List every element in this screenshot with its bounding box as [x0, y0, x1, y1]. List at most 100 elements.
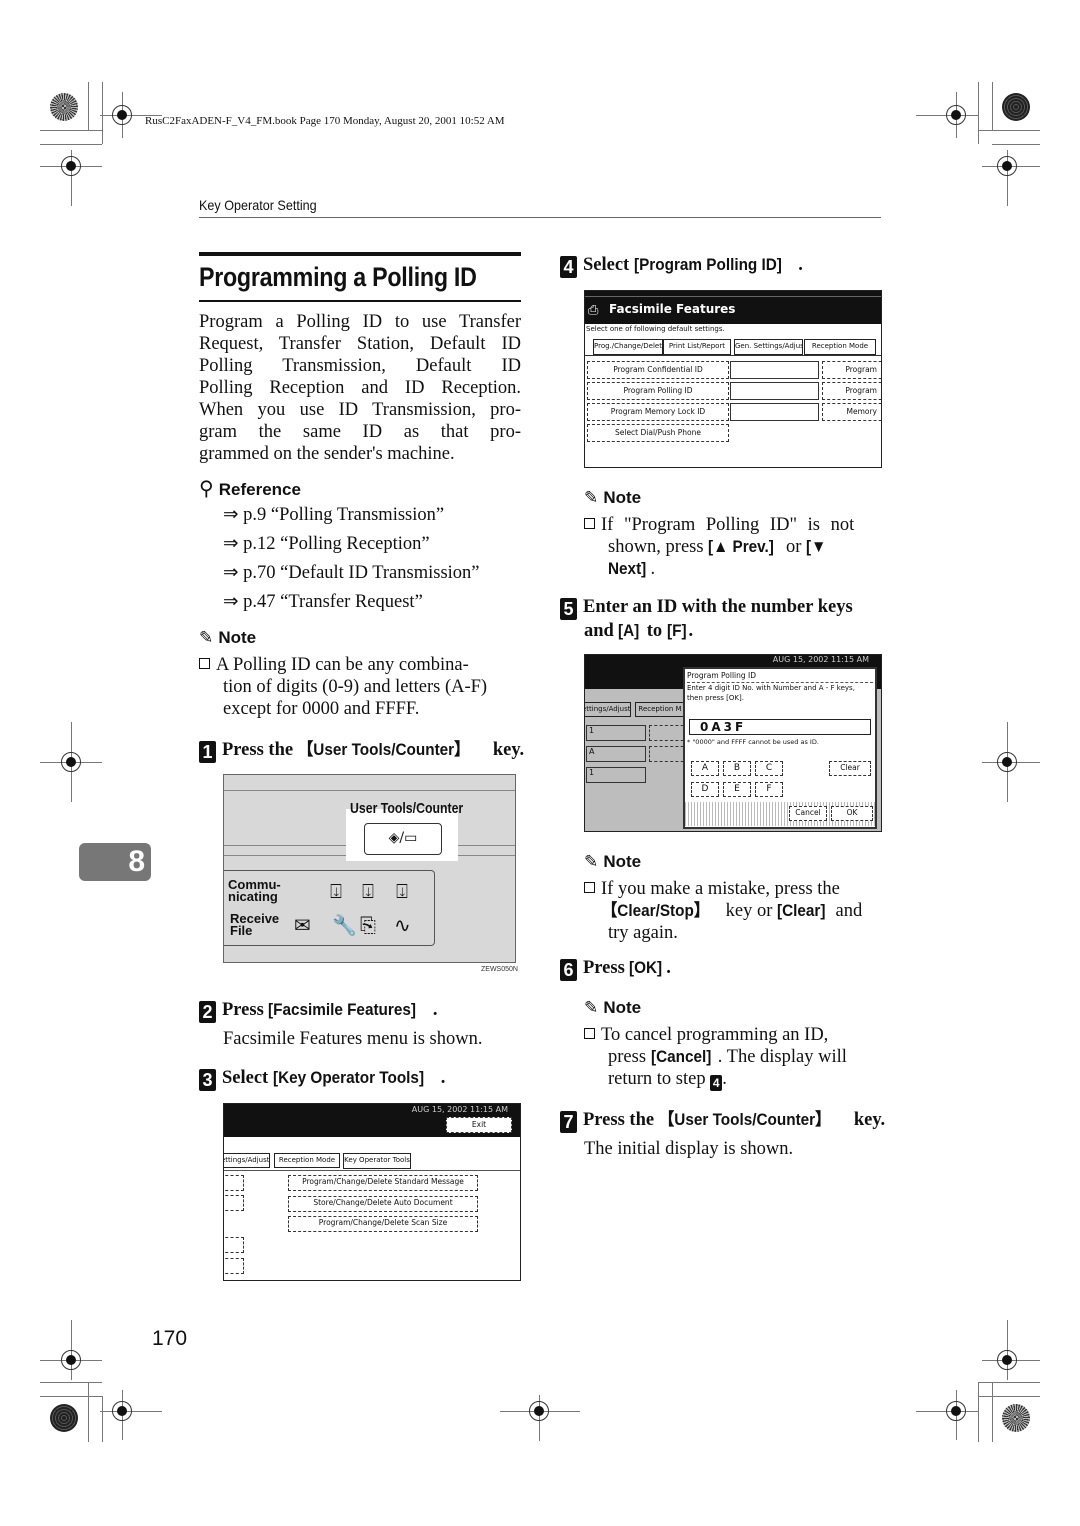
tab-key-operator-tools[interactable]: Key Operator Tools — [343, 1153, 411, 1169]
step-1: 1 Press the 【User Tools/Counter】 key. — [199, 735, 524, 763]
checkbox-bullet-icon — [199, 658, 210, 669]
tab-reception-mode[interactable]: Reception Mode — [804, 339, 876, 355]
memory-button-partial[interactable]: Memory — [822, 403, 881, 421]
reference-link[interactable]: ⇒ p.47 “Transfer Request” — [223, 591, 480, 620]
tab-reception-mode[interactable]: Reception Mode — [274, 1153, 340, 1168]
select-dial-push-phone-button[interactable]: Select Dial/Push Phone — [587, 424, 729, 442]
tab-reception-mode[interactable]: Reception M — [635, 702, 685, 717]
key-e-button[interactable]: E — [723, 782, 751, 797]
crosshair-icon — [529, 1401, 549, 1421]
key-d-button[interactable]: D — [691, 782, 719, 797]
partial-button[interactable] — [224, 1258, 244, 1274]
reference-link[interactable]: ⇒ p.70 “Default ID Transmission” — [223, 562, 480, 591]
tab-settings-adjust[interactable]: ettings/Adjust — [585, 702, 631, 717]
note-section-3: ✎ Note If you make a mistake, press the … — [584, 852, 881, 944]
checkbox-bullet-icon — [584, 518, 595, 529]
step-description: Facsimile Features menu is shown. — [223, 1029, 483, 1049]
note-item: A Polling ID can be any combina- tion of… — [199, 654, 521, 720]
note-item: If you make a mistake, press the 【Clear/… — [584, 878, 881, 944]
step-7: 7 Press the 【User Tools/Counter】 key. The… — [560, 1105, 885, 1160]
communicating-label: Commu- nicating — [228, 877, 281, 904]
partial-button[interactable] — [224, 1175, 244, 1191]
figure-code: ZEWS050N — [481, 966, 518, 973]
registration-rosette-icon — [50, 1404, 78, 1432]
polling-id-dialog: Program Polling ID Enter 4 digit ID No. … — [683, 667, 877, 829]
reference-section: ⚲ Reference ⇒ p.9 “Polling Transmission”… — [199, 476, 480, 620]
step-description: The initial display is shown. — [584, 1139, 794, 1159]
program-polling-id-button[interactable]: Program Polling ID — [587, 382, 729, 400]
note-section-4: ✎ Note To cancel programming an ID, pres… — [584, 998, 881, 1091]
tab-prog-change-delete[interactable]: Prog./Change/Delete — [593, 339, 663, 355]
cancel-button[interactable]: Cancel — [789, 806, 827, 821]
reference-link[interactable]: ⇒ p.9 “Polling Transmission” — [223, 504, 480, 533]
program-button-partial[interactable]: Program — [822, 361, 881, 379]
step-3: 3 Select [Key Operator Tools]. — [199, 1068, 445, 1091]
key-f-button[interactable]: F — [755, 782, 783, 797]
tab-print-list-report[interactable]: Print List/Report — [663, 339, 731, 355]
receive-file-label: Receive File — [230, 911, 280, 938]
step-number: 5 — [560, 598, 577, 620]
step-5: 5 Enter an ID with the number keys and [A… — [560, 596, 853, 642]
crosshair-icon — [112, 105, 132, 125]
facsimile-icon: ⎙ — [588, 303, 599, 318]
crosshair-icon — [61, 156, 81, 176]
step-6: 6 Press [OK]. — [560, 958, 671, 981]
checkbox-bullet-icon — [584, 882, 595, 893]
note-item: If "Program Polling ID" is not shown, pr… — [584, 514, 881, 580]
book-file-info: RusC2FaxADEN-F_V4_FM.book Page 170 Monda… — [145, 115, 505, 127]
key-b-button[interactable]: B — [723, 761, 751, 776]
note-section-1: ✎ Note A Polling ID can be any combina- … — [199, 628, 521, 720]
crosshair-icon — [997, 156, 1017, 176]
program-memory-lock-id-button[interactable]: Program Memory Lock ID — [587, 403, 729, 421]
pencil-icon: ✎ — [584, 852, 599, 872]
empty-slot — [730, 361, 819, 379]
transmit-indicator-icon: ⍗ — [330, 879, 342, 903]
power-indicator-icon: ∿ — [394, 913, 411, 937]
partial-button[interactable] — [224, 1195, 244, 1211]
pencil-icon: ✎ — [199, 628, 214, 648]
title-rule-bottom — [199, 300, 521, 302]
clock: AUG 15, 2002 11:15 AM — [772, 655, 869, 664]
key-operator-tools-screen: AUG 15, 2002 11:15 AM Exit ettings/Adjus… — [223, 1103, 521, 1281]
tab-gen-settings-adjust[interactable]: Gen. Settings/Adjust — [734, 339, 803, 355]
tab-settings-adjust[interactable]: ettings/Adjust — [224, 1153, 270, 1168]
reference-link[interactable]: ⇒ p.12 “Polling Reception” — [223, 533, 480, 562]
transmit-indicator-icon: ⍗ — [396, 879, 408, 903]
step-number: 6 — [560, 959, 577, 981]
running-header: Key Operator Setting — [199, 197, 317, 213]
exit-button[interactable]: Exit — [446, 1117, 512, 1133]
user-tools-counter-key[interactable]: ◈/▭ — [364, 823, 442, 855]
dialog-instruction: Enter 4 digit ID No. with Number and A -… — [687, 684, 855, 692]
registration-rosette-icon — [1002, 93, 1030, 121]
key-c-button[interactable]: C — [755, 761, 783, 776]
clear-button[interactable]: Clear — [829, 761, 871, 776]
dialog-instruction: then press [OK]. — [687, 694, 744, 702]
crosshair-icon — [61, 1350, 81, 1370]
screen-instruction: Select one of following default settings… — [586, 325, 725, 333]
program-button-partial[interactable]: Program — [822, 382, 881, 400]
facsimile-features-screen: ⎙ Facsimile Features Select one of follo… — [584, 290, 882, 468]
auto-document-button[interactable]: Store/Change/Delete Auto Document — [288, 1196, 478, 1212]
step-number: 1 — [199, 741, 216, 763]
registration-rosette-icon — [50, 93, 78, 121]
polling-id-input[interactable]: 0A3F — [689, 719, 871, 735]
user-tools-icon: ◈/▭ — [388, 830, 418, 846]
step-reference[interactable]: 4 — [710, 1075, 723, 1091]
bg-value-field: 1 — [586, 725, 646, 741]
key-a-button[interactable]: A — [691, 761, 719, 776]
program-confidential-id-button[interactable]: Program Confidential ID — [587, 361, 729, 379]
clock: AUG 15, 2002 11:15 AM — [411, 1105, 508, 1114]
scan-size-button[interactable]: Program/Change/Delete Scan Size — [288, 1216, 478, 1232]
ok-button[interactable]: OK — [831, 806, 873, 821]
chapter-tab[interactable]: 8 — [79, 843, 151, 881]
control-panel-illustration: User Tools/Counter ◈/▭ Commu- nicating R… — [223, 774, 516, 963]
crosshair-icon — [997, 1350, 1017, 1370]
empty-slot — [730, 382, 819, 400]
crosshair-icon — [946, 1401, 966, 1421]
standard-message-button[interactable]: Program/Change/Delete Standard Message — [288, 1175, 478, 1191]
note-section-2: ✎ Note If "Program Polling ID" is not sh… — [584, 488, 881, 580]
partial-button[interactable] — [224, 1237, 244, 1253]
id-warning: * "0000" and FFFF cannot be used as ID. — [687, 738, 819, 746]
intro-paragraph: Program a Polling ID to use Transfer Req… — [199, 312, 521, 464]
bg-value-field: A — [586, 746, 646, 762]
